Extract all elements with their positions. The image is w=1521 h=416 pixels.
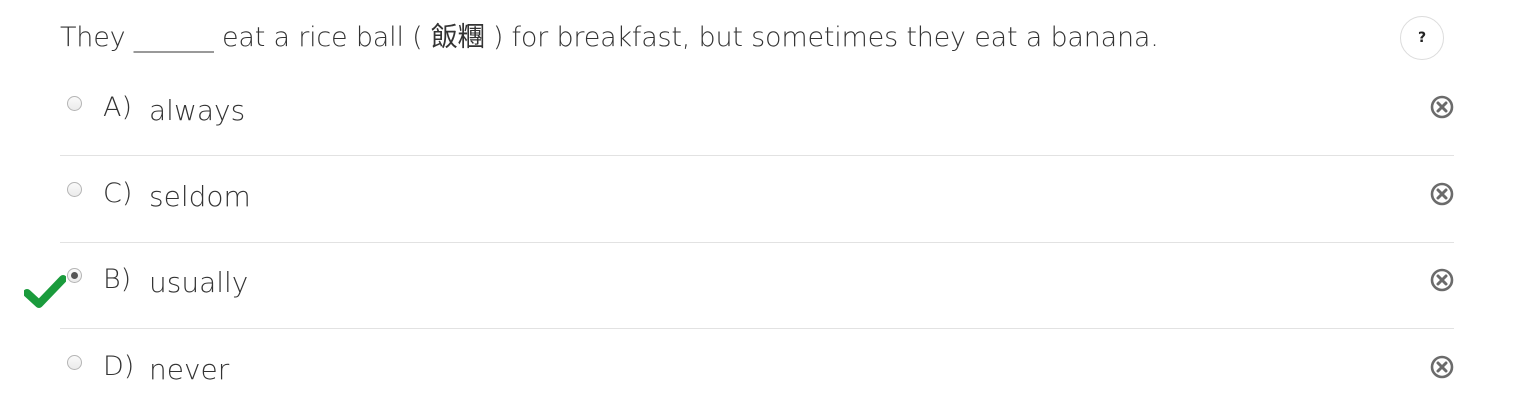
radio-option-a[interactable]: [67, 96, 82, 111]
option-letter: C): [103, 178, 133, 209]
remove-icon[interactable]: [1430, 355, 1454, 379]
remove-icon[interactable]: [1430, 182, 1454, 206]
help-button[interactable]: ?: [1400, 16, 1444, 60]
answer-option-a[interactable]: A) always: [60, 69, 1454, 156]
remove-icon[interactable]: [1430, 95, 1454, 119]
option-letter: B): [103, 264, 132, 295]
option-label: never: [149, 353, 230, 386]
option-letter: D): [103, 351, 135, 382]
checkmark-icon: [24, 275, 66, 308]
option-letter: A): [103, 92, 133, 123]
remove-icon[interactable]: [1430, 268, 1454, 292]
option-label: seldom: [149, 180, 251, 213]
answer-option-d[interactable]: D) never: [60, 329, 1454, 416]
radio-option-c[interactable]: [67, 182, 82, 197]
answer-option-c[interactable]: C) seldom: [60, 156, 1454, 243]
answer-option-b[interactable]: B) usually: [60, 242, 1454, 329]
option-label: always: [149, 94, 246, 127]
option-label: usually: [149, 266, 249, 299]
radio-option-d[interactable]: [67, 355, 82, 370]
radio-option-b[interactable]: [67, 268, 82, 283]
question-text: They ______ eat a rice ball ( 飯糰 ) for b…: [60, 22, 1159, 53]
